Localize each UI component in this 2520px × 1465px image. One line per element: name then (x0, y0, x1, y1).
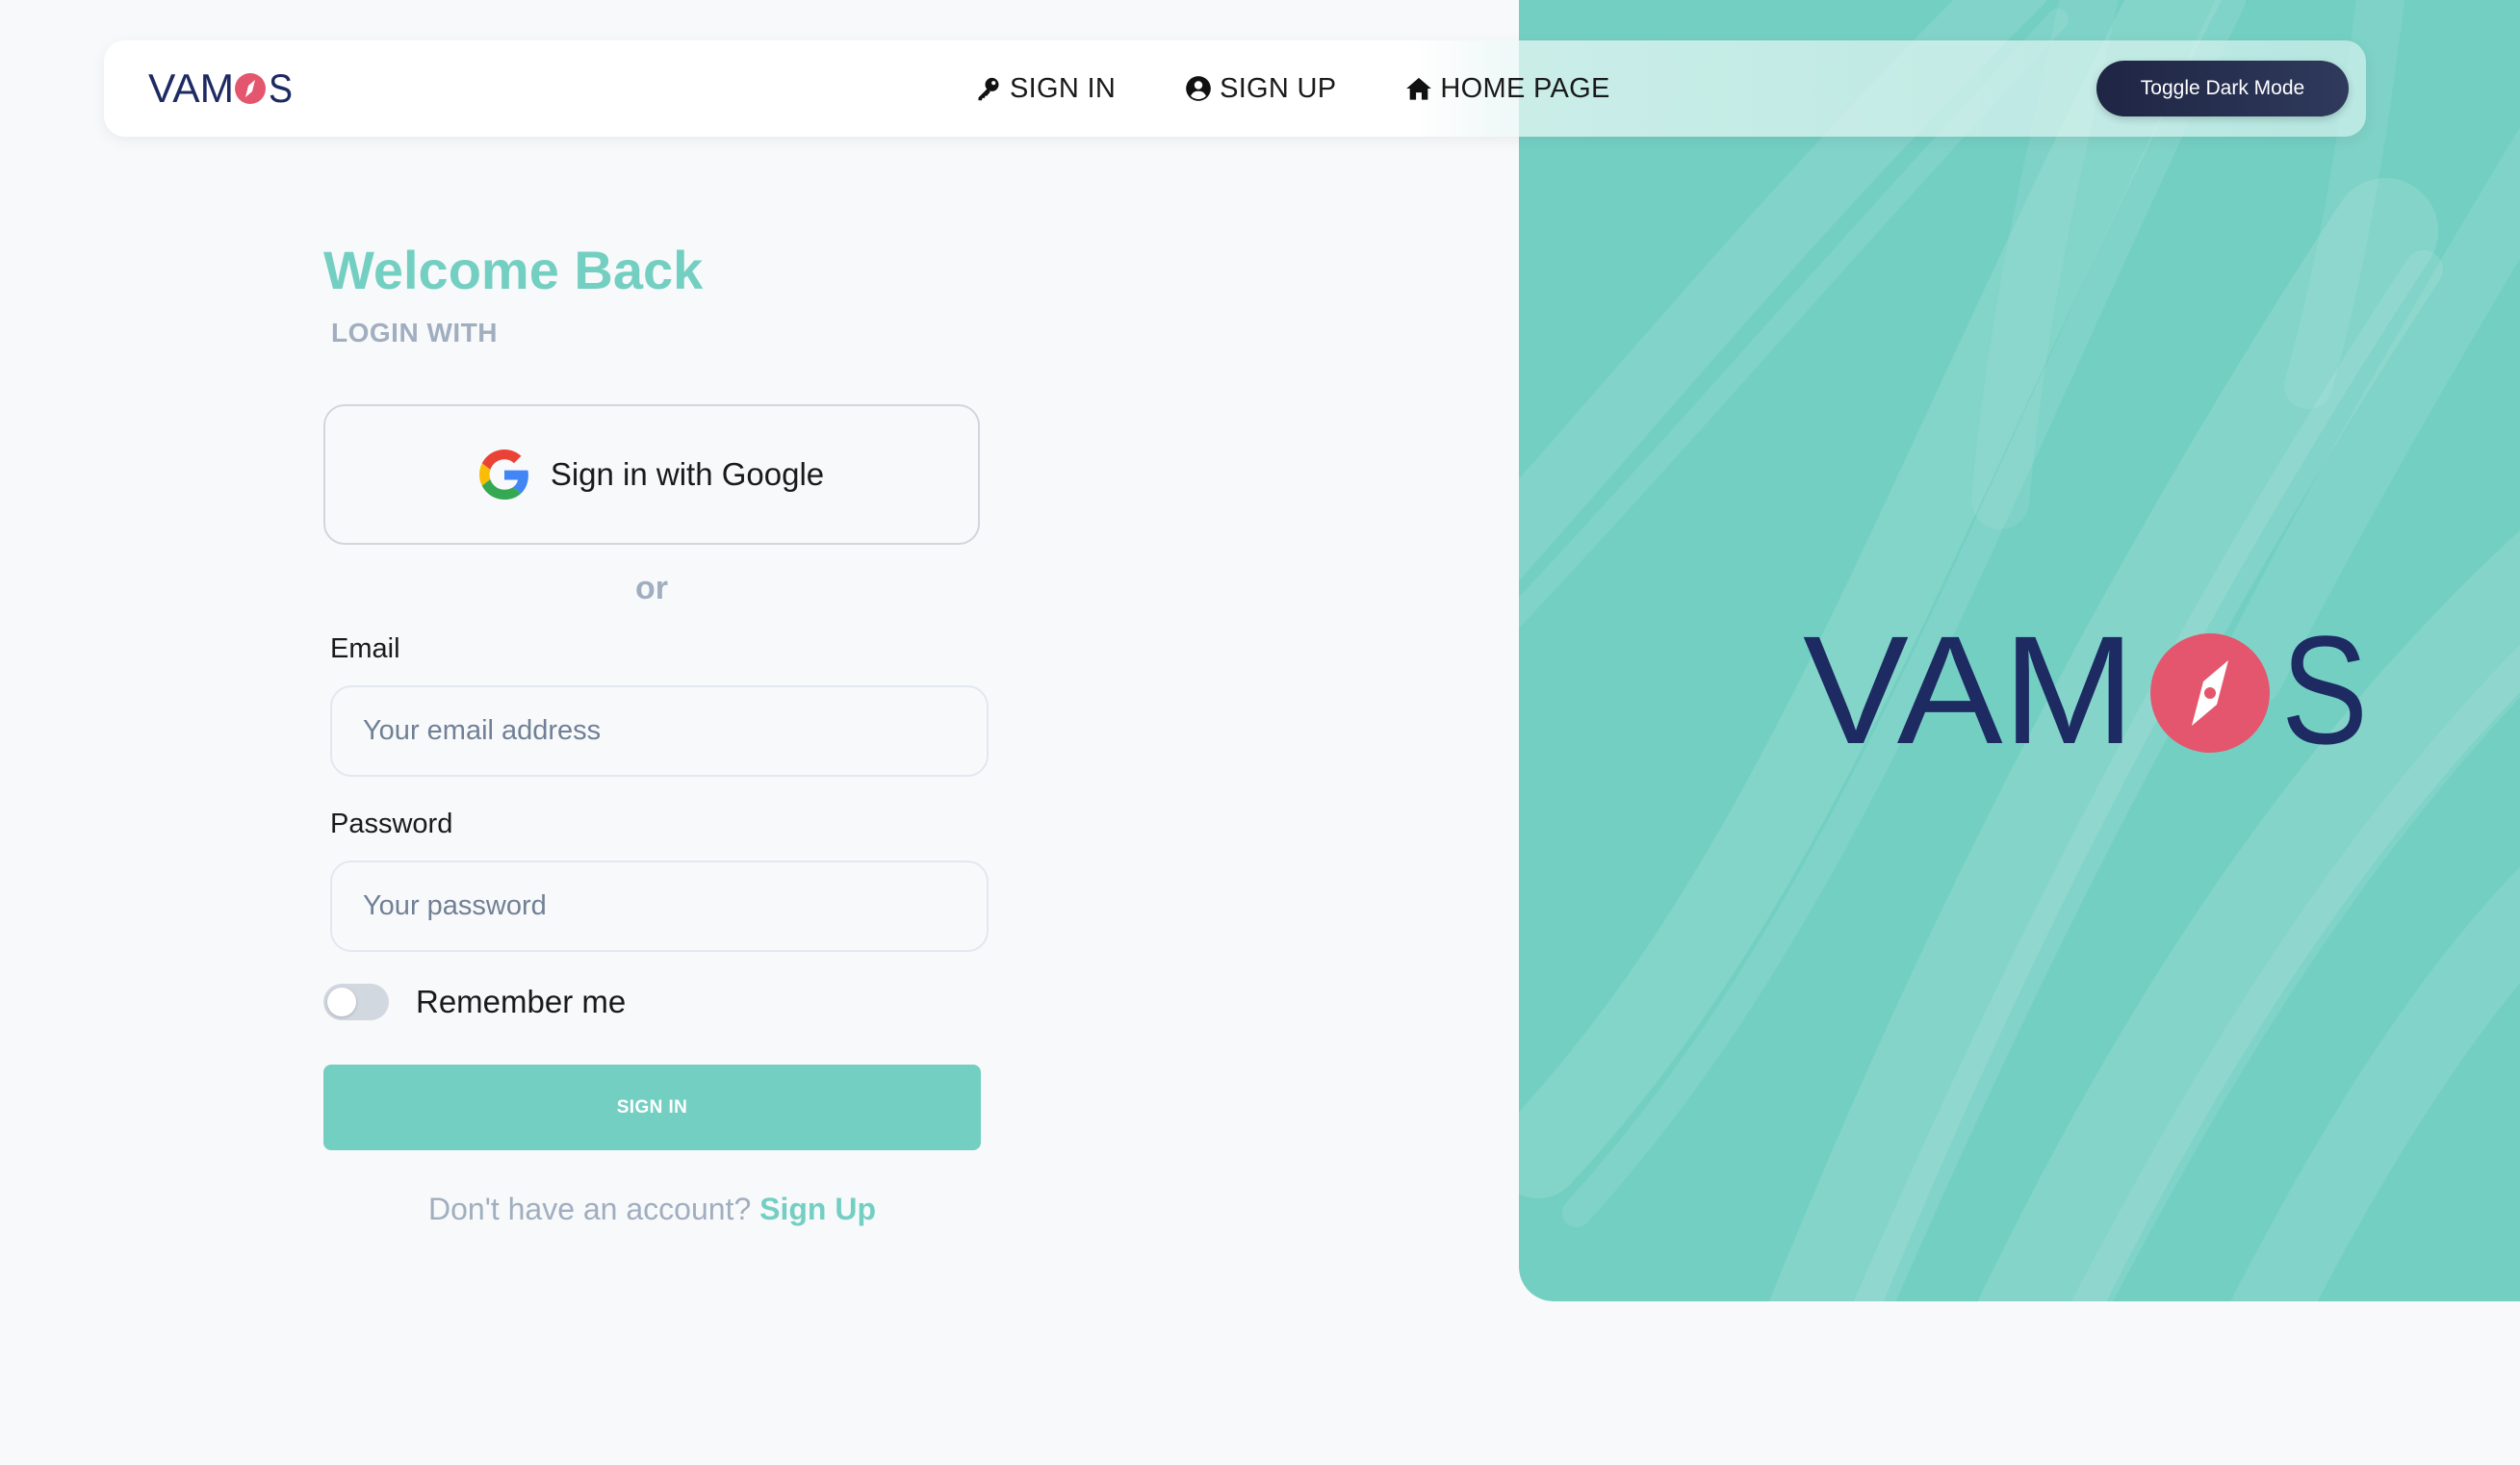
toggle-knob (327, 988, 356, 1016)
nav-home-page-label: HOME PAGE (1440, 72, 1610, 104)
google-sign-in-label: Sign in with Google (550, 456, 825, 492)
nav-sign-in-label: SIGN IN (1010, 72, 1117, 104)
nav-sign-up[interactable]: SIGN UP (1185, 73, 1336, 105)
page-title: Welcome Back (323, 240, 704, 300)
user-circle-icon (1186, 76, 1211, 101)
toggle-dark-mode-button[interactable]: Toggle Dark Mode (2096, 61, 2349, 116)
signup-prompt-line: Don't have an account? Sign Up (323, 1192, 981, 1227)
hero-logo: VAM S (1803, 626, 2368, 760)
email-label: Email (330, 633, 400, 664)
nav-sign-in[interactable]: SIGN IN (975, 73, 1116, 105)
sign-up-link[interactable]: Sign Up (759, 1192, 876, 1226)
home-icon (1406, 77, 1432, 100)
nav-sign-up-label: SIGN UP (1220, 72, 1337, 104)
nav-links: SIGN IN SIGN UP HOME PAGE (975, 40, 1610, 137)
key-icon (978, 77, 999, 101)
navbar: VAM S SIGN IN SIGN UP HOME PAGE Toggle D… (104, 40, 2366, 137)
sign-in-submit-button[interactable]: SIGN IN (323, 1065, 981, 1150)
signup-prompt-text: Don't have an account? (428, 1192, 752, 1226)
login-with-label: LOGIN WITH (331, 318, 498, 347)
nav-logo-text-right: S (269, 69, 293, 108)
nav-logo-text-left: VAM (148, 69, 234, 108)
nav-home-page[interactable]: HOME PAGE (1405, 73, 1609, 105)
google-sign-in-button[interactable]: Sign in with Google (323, 404, 980, 545)
google-icon (478, 450, 528, 500)
password-label: Password (330, 809, 453, 839)
hero-panel: VAM S (1519, 0, 2520, 1301)
password-field[interactable] (330, 861, 989, 952)
hero-logo-text-left: VAM (1803, 626, 2135, 760)
remember-me-label[interactable]: Remember me (416, 984, 626, 1020)
hero-logo-text-right: S (2281, 626, 2368, 760)
remember-me-row: Remember me (323, 983, 626, 1021)
compass-icon (235, 73, 266, 104)
compass-icon (2150, 633, 2270, 753)
remember-me-toggle[interactable] (323, 984, 389, 1020)
nav-logo[interactable]: VAM S (148, 69, 295, 108)
email-field[interactable] (330, 685, 989, 777)
or-divider: or (635, 570, 668, 606)
